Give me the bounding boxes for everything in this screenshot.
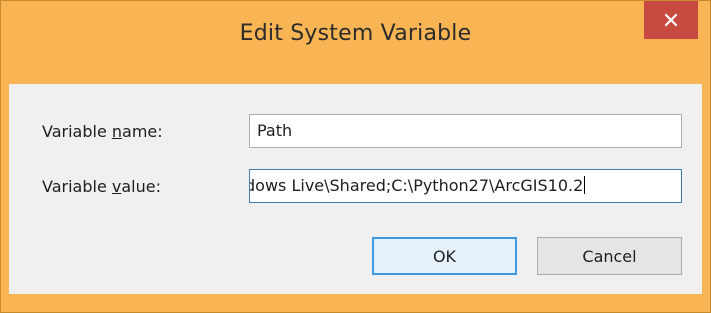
edit-system-variable-dialog: Edit System Variable Variable name: Path…	[0, 0, 711, 313]
accelerator-key: v	[111, 177, 122, 196]
dialog-body: Variable name: Path Variable value: dows…	[9, 84, 702, 294]
window-frame-bottom	[9, 294, 702, 306]
label-text: alue:	[121, 177, 161, 196]
label-text: ame:	[122, 122, 163, 141]
label-text: Variable	[42, 122, 112, 141]
close-button[interactable]	[644, 1, 698, 39]
variable-name-input[interactable]: Path	[249, 114, 682, 148]
variable-name-text: Path	[257, 121, 293, 140]
text-caret	[584, 176, 586, 194]
cancel-button[interactable]: Cancel	[537, 237, 682, 275]
ok-button[interactable]: OK	[372, 237, 517, 275]
variable-name-label: Variable name:	[42, 122, 163, 141]
variable-value-text: dows Live\Shared;C:\Python27\ArcGIS10.2	[249, 176, 584, 195]
close-icon	[664, 13, 678, 27]
variable-value-label: Variable value:	[42, 177, 161, 196]
title-bar[interactable]: Edit System Variable	[1, 1, 710, 84]
variable-value-input[interactable]: dows Live\Shared;C:\Python27\ArcGIS10.2	[249, 169, 682, 203]
accelerator-key: n	[111, 122, 123, 141]
label-text: Variable	[42, 177, 112, 196]
dialog-title: Edit System Variable	[239, 21, 472, 46]
